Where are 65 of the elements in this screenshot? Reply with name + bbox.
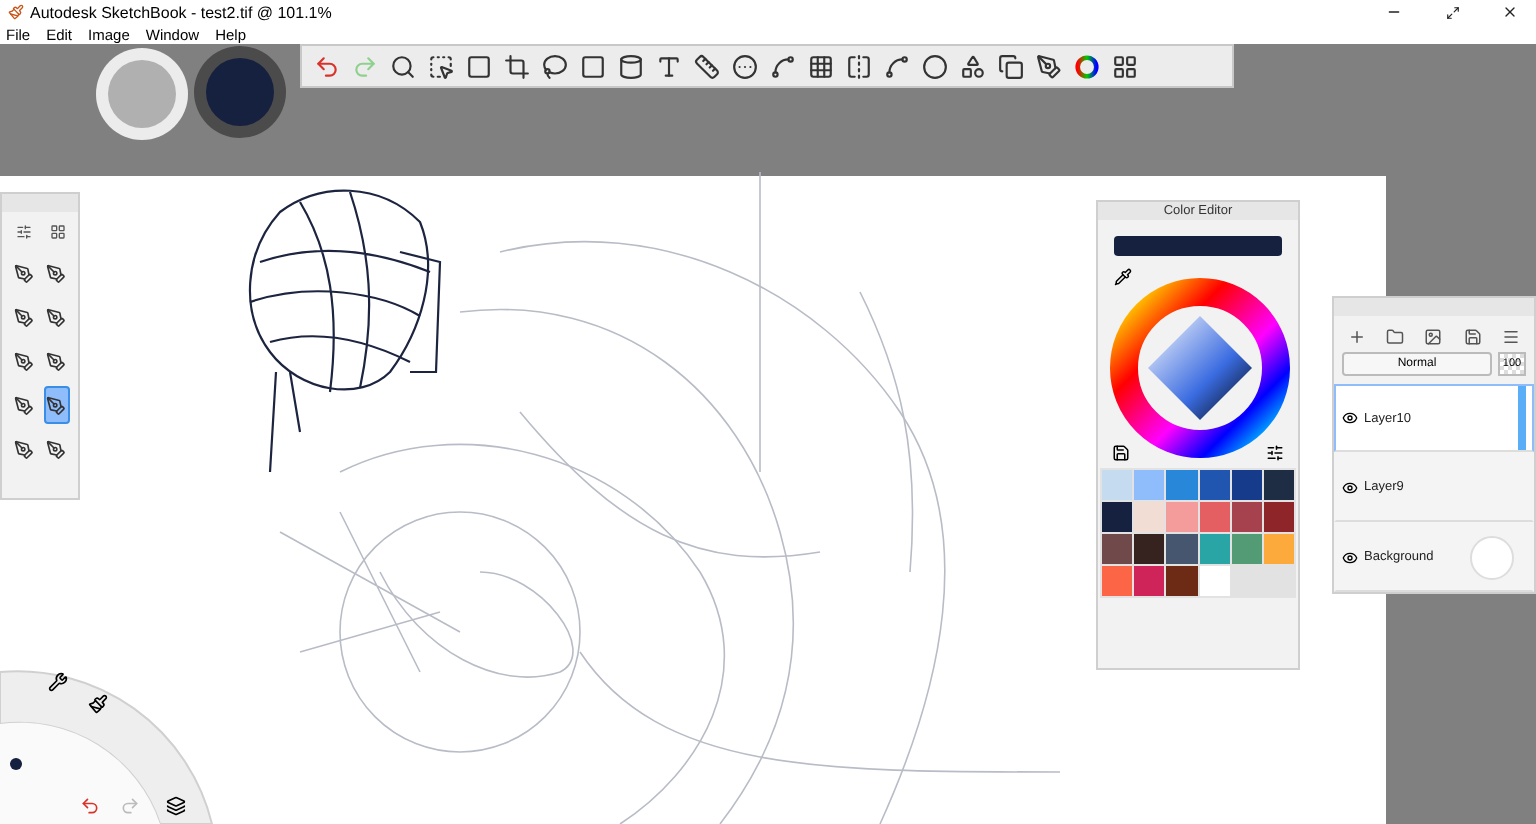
- save-icon[interactable]: [1463, 327, 1482, 346]
- color-swatch[interactable]: [1231, 502, 1262, 532]
- undo-icon[interactable]: [80, 796, 100, 816]
- settings-icon[interactable]: [1266, 444, 1284, 462]
- color-swatch[interactable]: [1134, 534, 1165, 564]
- color-swatch[interactable]: [1102, 566, 1133, 596]
- brushes-icon[interactable]: [1036, 53, 1062, 79]
- search-icon[interactable]: [390, 53, 416, 79]
- color-swatch[interactable]: [1199, 470, 1230, 500]
- shapes-icon[interactable]: [960, 53, 986, 79]
- eye-icon[interactable]: [1342, 549, 1358, 566]
- brush-tool[interactable]: [43, 386, 70, 424]
- color-swatch[interactable]: [1134, 470, 1165, 500]
- color-swatch[interactable]: [1231, 470, 1262, 500]
- color-swatch[interactable]: [1166, 534, 1197, 564]
- palette-icon[interactable]: [1112, 53, 1138, 79]
- color-swatch[interactable]: [1166, 566, 1197, 596]
- menu-icon[interactable]: [1501, 327, 1520, 346]
- color-swatch[interactable]: [1231, 534, 1262, 564]
- color-swatch[interactable]: [1102, 502, 1133, 532]
- color-swatch[interactable]: [1134, 566, 1165, 596]
- selection-bar: [1518, 386, 1526, 451]
- restore-icon[interactable]: [1445, 5, 1459, 19]
- color-swatch[interactable]: [1199, 534, 1230, 564]
- color-swatch[interactable]: [1102, 534, 1133, 564]
- eye-icon[interactable]: [1342, 479, 1358, 496]
- layers-icon[interactable]: [166, 796, 186, 816]
- settings-icon[interactable]: [15, 224, 31, 240]
- color-swatch[interactable]: [1166, 470, 1197, 500]
- color-swatch[interactable]: [1102, 470, 1133, 500]
- stroke-icon[interactable]: [884, 53, 910, 79]
- symmetry-icon[interactable]: [846, 53, 872, 79]
- color-swatch[interactable]: [1263, 470, 1294, 500]
- color-swatch[interactable]: [1166, 502, 1197, 532]
- color-swatch[interactable]: [1263, 534, 1294, 564]
- perspective-grid-icon[interactable]: [808, 53, 834, 79]
- add-icon[interactable]: [1348, 327, 1367, 346]
- color-swatch[interactable]: [1134, 502, 1165, 532]
- undo-icon[interactable]: [314, 53, 340, 79]
- window-title: Autodesk SketchBook - test2.tif @ 101.1%: [30, 3, 334, 21]
- lasso-icon[interactable]: [542, 53, 568, 79]
- color-wheel[interactable]: [1108, 276, 1292, 460]
- copy-icon[interactable]: [998, 53, 1024, 79]
- swatch-save-icon[interactable]: [1112, 444, 1130, 462]
- folder-icon[interactable]: [1386, 327, 1405, 346]
- layer-thumbnail: [1470, 535, 1514, 580]
- ellipse-icon[interactable]: [922, 53, 948, 79]
- app-icon: [8, 4, 24, 20]
- wrench-icon[interactable]: [48, 672, 68, 692]
- color-wheel-icon[interactable]: [1074, 53, 1100, 79]
- crop-icon[interactable]: [504, 53, 530, 79]
- close-icon[interactable]: [1502, 4, 1518, 20]
- color-swatch[interactable]: [1199, 502, 1230, 532]
- image-icon[interactable]: [1424, 327, 1443, 346]
- text-icon[interactable]: [656, 53, 682, 79]
- cylinder-icon[interactable]: [618, 53, 644, 79]
- curve-icon[interactable]: [770, 53, 796, 79]
- eyedropper-icon[interactable]: [1114, 268, 1132, 286]
- ruler-icon[interactable]: [694, 53, 720, 79]
- ellipse-guide-icon[interactable]: [732, 53, 758, 79]
- brush-icon[interactable]: [88, 694, 108, 714]
- eye-icon[interactable]: [1342, 410, 1358, 427]
- color-swatch[interactable]: [1263, 502, 1294, 532]
- color-swatch[interactable]: [1199, 566, 1230, 596]
- brush-set-icon[interactable]: [49, 224, 65, 240]
